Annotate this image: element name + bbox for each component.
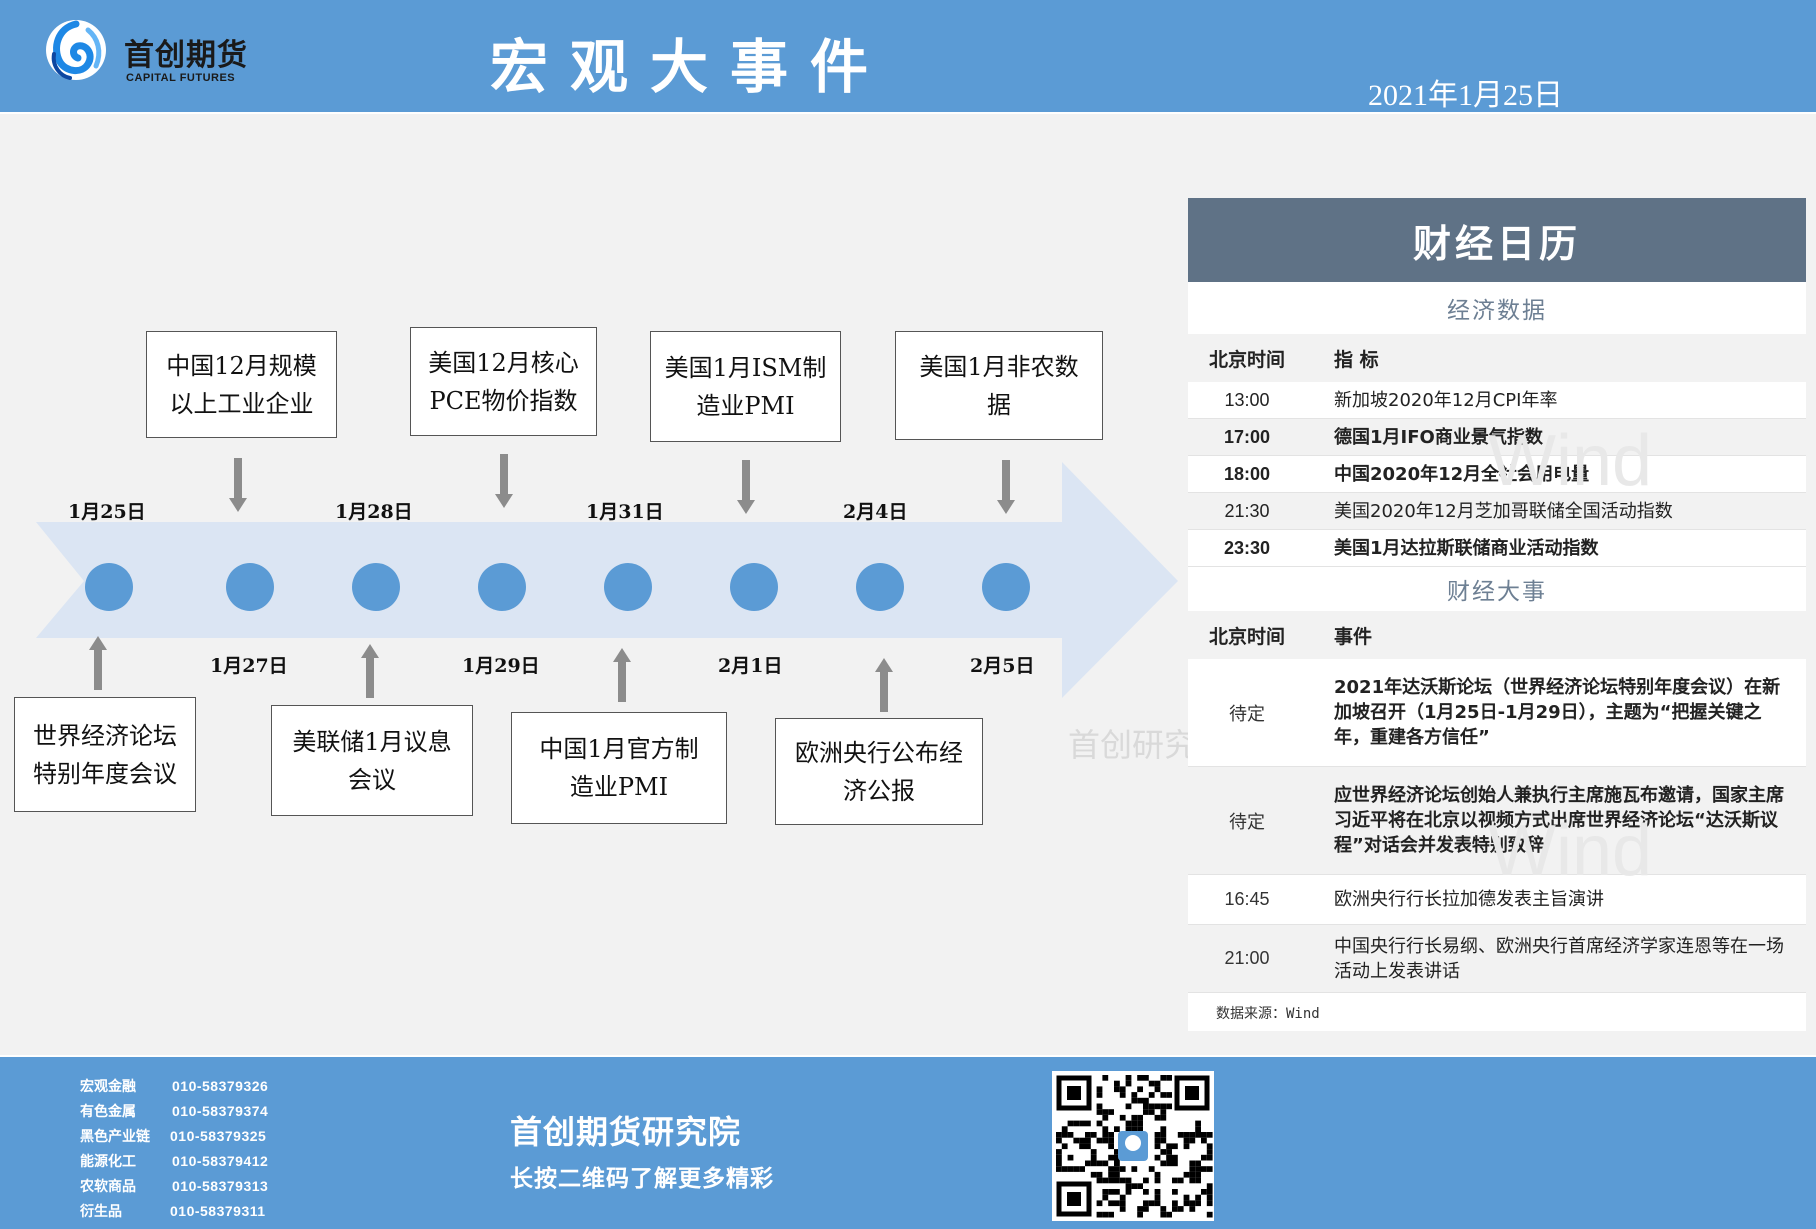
- connector-arrow-shaft: [94, 650, 102, 690]
- contact-item: 能源化工 010-58379412: [80, 1152, 269, 1170]
- col-time-header: 北京时间: [1208, 348, 1285, 371]
- watermark: 首创研究: [1068, 726, 1197, 764]
- date-label-bottom: 2月5日: [970, 655, 1035, 677]
- date-label-top: 1月25日: [68, 501, 146, 523]
- col-event-header: 事件: [1334, 625, 1373, 648]
- date-label-top: 2月4日: [843, 501, 908, 523]
- institute-name: 首创期货研究院: [510, 1113, 742, 1151]
- watermark: Wind: [1488, 421, 1653, 501]
- event-box: 美国12月核心 PCE物价指数: [410, 327, 597, 436]
- event-box: 世界经济论坛 特别年度会议: [14, 697, 196, 812]
- connector-arrow-shaft: [500, 454, 508, 494]
- event-box: 美国1月非农数据: [895, 331, 1103, 440]
- connector-arrow-shaft: [366, 658, 374, 698]
- connector-arrow-shaft: [618, 662, 626, 702]
- connector-arrow-shaft: [1002, 460, 1010, 500]
- timeline-dot: [226, 563, 274, 611]
- contact-item: 黑色产业链 010-58379325: [80, 1127, 267, 1145]
- connector-arrow-head: [613, 648, 631, 662]
- connector-arrow-shaft: [742, 460, 750, 500]
- date-label-bottom: 1月27日: [210, 655, 288, 677]
- contact-item: 宏观金融 010-58379326: [80, 1077, 269, 1095]
- table-row: 23:30 美国1月达拉斯联储商业活动指数: [1188, 530, 1806, 567]
- event-box: 中国1月官方制 造业PMI: [511, 712, 727, 824]
- connector-arrow-head: [89, 636, 107, 650]
- connector-arrow-shaft: [880, 672, 888, 712]
- section-economic-data: 经济数据: [1188, 282, 1806, 334]
- date-label-bottom: 1月29日: [462, 655, 540, 677]
- table-row: 13:00 新加坡2020年12月CPI年率: [1188, 382, 1806, 419]
- table-header: 北京时间 指 标: [1188, 334, 1806, 382]
- timeline-dot: [604, 563, 652, 611]
- contact-item: 衍生品 010-58379311: [80, 1202, 266, 1220]
- table-row: 21:00 中国央行行长易纲、欧洲央行首席经济学家连恩等在一场活动上发表讲话: [1188, 925, 1806, 993]
- date-label-top: 1月31日: [586, 501, 664, 523]
- footer-bar: 宏观金融 010-58379326 有色金属 010-58379374 黑色产业…: [0, 1055, 1816, 1229]
- contact-item: 农软商品 010-58379313: [80, 1177, 269, 1195]
- data-source-note: 数据来源：Wind: [1216, 1006, 1320, 1022]
- timeline-dot: [352, 563, 400, 611]
- connector-arrow-head: [997, 500, 1015, 514]
- event-box: 中国12月规模 以上工业企业: [146, 331, 337, 438]
- footer-slogan: 长按二维码了解更多精彩: [510, 1166, 774, 1192]
- connector-arrow-head: [737, 500, 755, 514]
- connector-arrow-head: [495, 494, 513, 508]
- connector-arrow-head: [229, 498, 247, 512]
- report-date: 2021年1月25日: [1368, 79, 1563, 112]
- date-label-top: 1月28日: [335, 501, 413, 523]
- connector-arrow-shaft: [234, 458, 242, 498]
- table-header: 北京时间 事件: [1188, 611, 1806, 659]
- qr-code-icon[interactable]: [1052, 1071, 1214, 1221]
- timeline-dot: [982, 563, 1030, 611]
- event-box: 美联储1月议息 会议: [271, 705, 473, 816]
- timeline-dot: [85, 563, 133, 611]
- connector-arrow-head: [361, 644, 379, 658]
- calendar-title: 财经日历: [1188, 198, 1806, 282]
- date-label-bottom: 2月1日: [718, 655, 783, 677]
- event-box: 美国1月ISM制 造业PMI: [650, 331, 841, 442]
- contact-list: 宏观金融 010-58379326 有色金属 010-58379374 黑色产业…: [80, 1073, 268, 1223]
- col-time-header: 北京时间: [1208, 625, 1285, 648]
- event-box: 欧洲央行公布经 济公报: [775, 718, 983, 825]
- col-indicator-header: 指 标: [1334, 348, 1379, 371]
- connector-arrow-head: [875, 658, 893, 672]
- timeline-dot: [856, 563, 904, 611]
- timeline-dot: [730, 563, 778, 611]
- section-major-events: 财经大事: [1188, 567, 1806, 611]
- timeline-graphic: [36, 454, 1178, 712]
- timeline-dot: [478, 563, 526, 611]
- finance-calendar-panel: Wind Wind 财经日历 经济数据 北京时间 指 标 13:00 新加坡20…: [1188, 198, 1806, 1031]
- table-row: 待定 2021年达沃斯论坛（世界经济论坛特别年度会议）在新加坡召开（1月25日-…: [1188, 659, 1806, 767]
- watermark: Wind: [1488, 811, 1653, 891]
- contact-item: 有色金属 010-58379374: [80, 1102, 269, 1120]
